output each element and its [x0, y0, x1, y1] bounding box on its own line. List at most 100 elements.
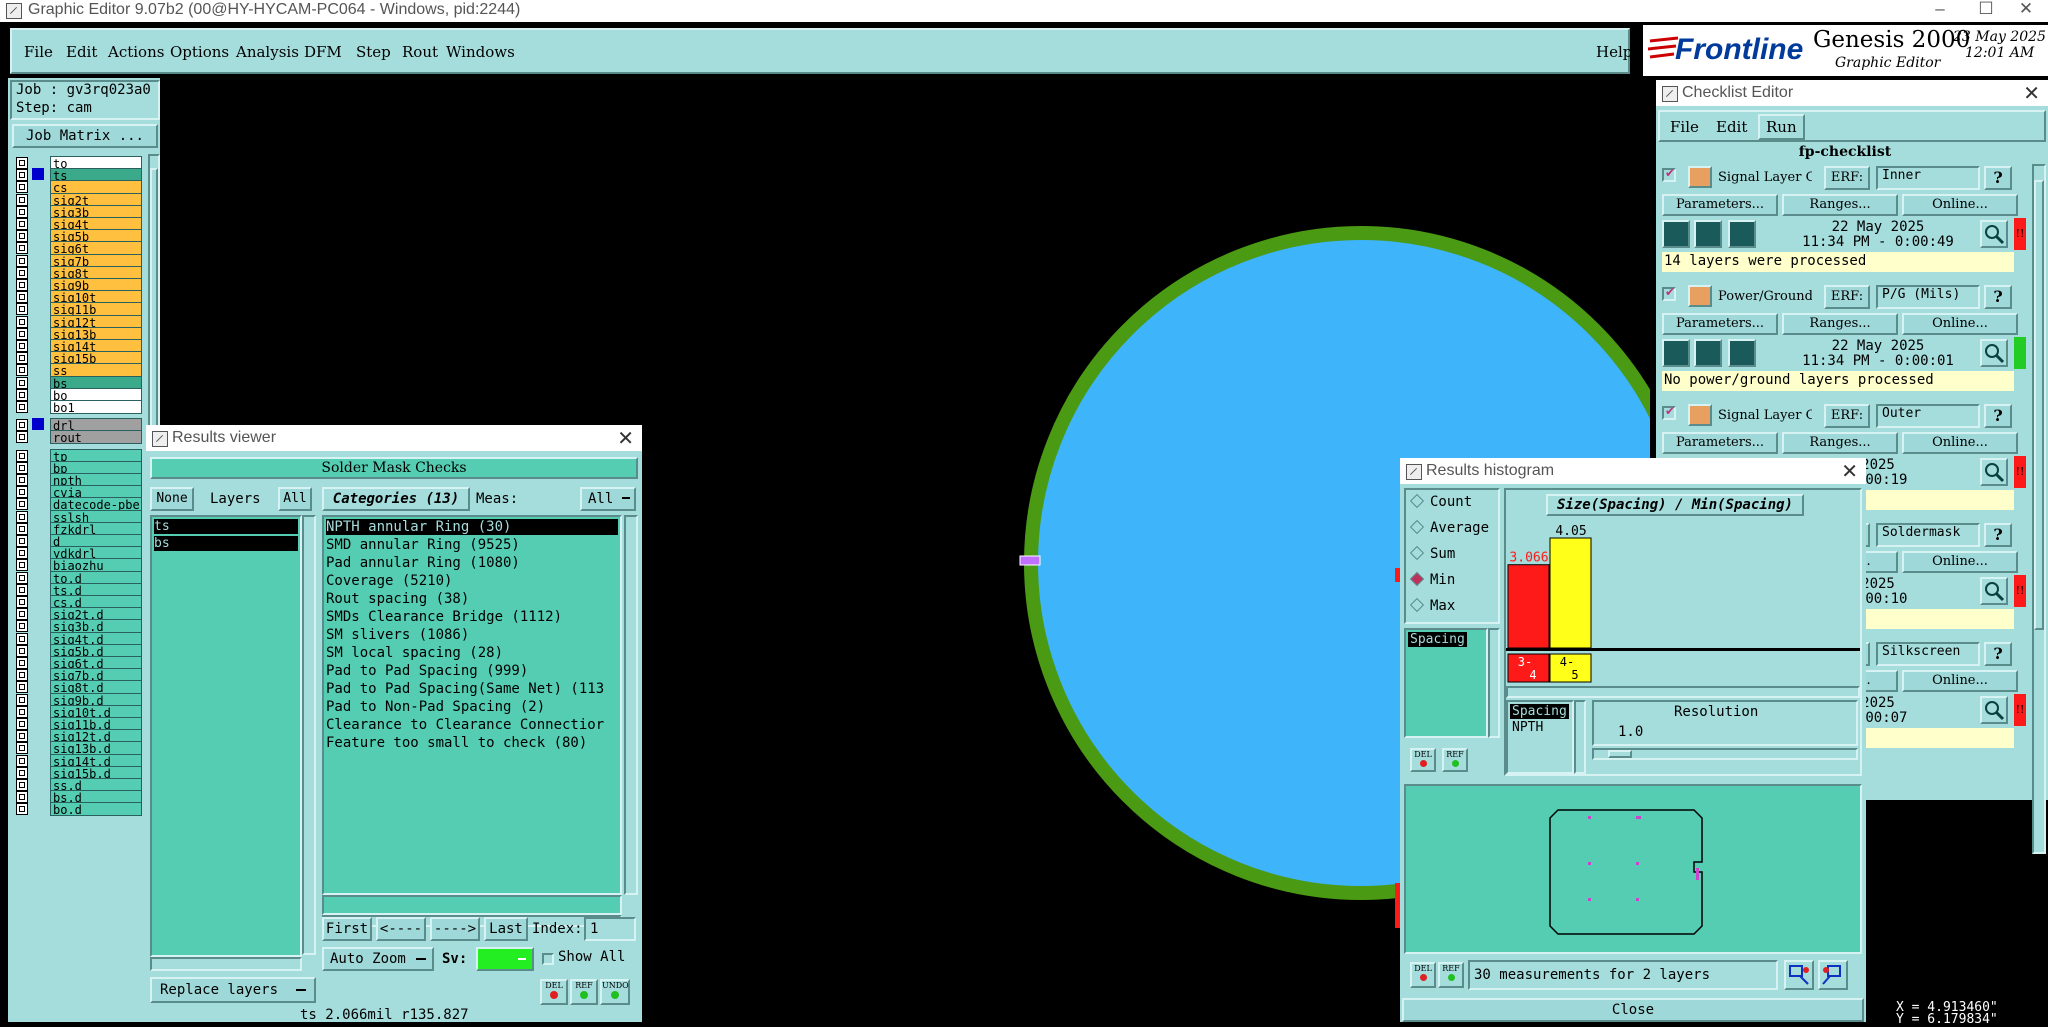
online-button[interactable]: Online...: [1902, 432, 2018, 454]
layer-checkbox[interactable]: [16, 388, 28, 401]
layer-checkbox[interactable]: [16, 522, 28, 535]
layer-checkbox[interactable]: [16, 303, 28, 316]
category-item[interactable]: Pad to Pad Spacing (999): [326, 663, 618, 679]
layer-checkbox[interactable]: [16, 803, 28, 816]
layer-checkbox[interactable]: [16, 474, 28, 486]
layer-checkbox[interactable]: [16, 510, 28, 523]
erf-label[interactable]: ERF:: [1824, 404, 1870, 428]
layer-checkbox[interactable]: [16, 218, 28, 230]
prev-button[interactable]: <----: [376, 917, 426, 941]
layer-checkbox[interactable]: [16, 571, 28, 584]
layer-name[interactable]: rout: [50, 430, 142, 445]
layer-checkbox[interactable]: [16, 254, 28, 267]
layer-checkbox[interactable]: [16, 754, 28, 767]
check-action-icon[interactable]: [1688, 285, 1712, 307]
layer-checkbox[interactable]: [16, 608, 28, 621]
layer-checkbox[interactable]: [16, 718, 28, 730]
erf-label[interactable]: ERF:: [1824, 285, 1870, 309]
layer-checkbox[interactable]: [16, 205, 28, 218]
histogram-bar[interactable]: [1507, 564, 1550, 648]
layer-checkbox[interactable]: [16, 431, 28, 444]
layer-checkbox[interactable]: [16, 242, 28, 255]
ranges-button[interactable]: Ranges...: [1782, 432, 1898, 454]
zoom-results-icon[interactable]: [1980, 458, 2008, 486]
checklist-menu-edit[interactable]: Edit: [1716, 118, 1747, 136]
layer-checkbox[interactable]: [16, 449, 28, 462]
category-item[interactable]: Pad to Non-Pad Spacing (2): [326, 699, 618, 715]
layer-checkbox[interactable]: [16, 766, 28, 779]
hist-ref-icon[interactable]: REF: [1442, 748, 1468, 772]
layer-checkbox[interactable]: [16, 596, 28, 608]
layer-checkbox[interactable]: [16, 181, 28, 194]
close-window-button[interactable]: ✕: [2006, 0, 2046, 20]
erf-value[interactable]: Silkscreen: [1876, 642, 1980, 666]
zoom-back-icon[interactable]: [1818, 960, 1848, 990]
checklist-scroll-thumb[interactable]: [2034, 180, 2044, 630]
check-action-icon[interactable]: [1688, 404, 1712, 426]
first-button[interactable]: First: [322, 917, 372, 941]
category-item[interactable]: Pad to Pad Spacing(Same Net) (113: [326, 681, 618, 697]
menu-actions[interactable]: Actions: [108, 43, 164, 61]
zoom-results-icon[interactable]: [1980, 696, 2008, 724]
legend-item[interactable]: NPTH: [1510, 720, 1545, 735]
mode-radio-max[interactable]: Max: [1409, 597, 1455, 614]
layer-checkbox[interactable]: [16, 791, 28, 804]
menu-edit[interactable]: Edit: [66, 43, 97, 61]
layer-checkbox[interactable]: [16, 632, 28, 645]
check-enable-checkbox[interactable]: ✔: [1662, 166, 1676, 182]
online-button[interactable]: Online...: [1902, 670, 2018, 692]
zoom-results-icon[interactable]: [1980, 220, 2008, 248]
layer-checkbox[interactable]: [16, 169, 28, 182]
layer-checkbox[interactable]: [16, 681, 28, 694]
zoom-fit-icon[interactable]: [1784, 960, 1814, 990]
menu-dfm[interactable]: DFM: [304, 43, 342, 61]
layer-checkbox[interactable]: [16, 327, 28, 340]
category-item[interactable]: Clearance to Clearance Connectior: [326, 717, 618, 733]
menu-file[interactable]: File: [24, 43, 53, 61]
layer-checkbox[interactable]: [16, 340, 28, 352]
parameters-button[interactable]: Parameters...: [1662, 194, 1778, 216]
layer-checkbox[interactable]: [16, 583, 28, 596]
layer-checkbox[interactable]: [16, 498, 28, 511]
layer-row[interactable]: bo1: [12, 400, 142, 414]
layer-checkbox[interactable]: [16, 364, 28, 377]
parameters-button[interactable]: Parameters...: [1662, 432, 1778, 454]
mode-radio-average[interactable]: Average: [1409, 519, 1489, 536]
ref-icon[interactable]: REF: [570, 979, 598, 1005]
layers-hscrollbar[interactable]: [150, 957, 302, 971]
category-item[interactable]: Rout spacing (38): [326, 591, 618, 607]
layer-checkbox[interactable]: [16, 705, 28, 718]
category-item[interactable]: Pad annular Ring (1080): [326, 555, 618, 571]
layer-checkbox[interactable]: [16, 620, 28, 633]
layers-scrollbar[interactable]: [302, 515, 316, 955]
erf-label[interactable]: ERF:: [1824, 166, 1870, 190]
next-button[interactable]: ---->: [430, 917, 480, 941]
layer-checkbox[interactable]: [16, 157, 28, 169]
run-selected-icon[interactable]: [1694, 339, 1722, 367]
job-matrix-button[interactable]: Job Matrix ...: [12, 124, 158, 148]
category-item[interactable]: Coverage (5210): [326, 573, 618, 589]
run-check-icon[interactable]: [1662, 339, 1690, 367]
category-item[interactable]: NPTH annular Ring (30): [326, 519, 618, 535]
layer-checkbox[interactable]: [16, 535, 28, 547]
layer-checkbox[interactable]: [16, 266, 28, 279]
footer-del-icon[interactable]: DEL: [1410, 962, 1436, 988]
run-all-icon[interactable]: [1728, 339, 1756, 367]
close-icon[interactable]: ✕: [1841, 459, 1858, 484]
layer-checkbox[interactable]: [16, 401, 28, 413]
layer-checkbox[interactable]: [16, 644, 28, 657]
layer-checkbox[interactable]: [16, 230, 28, 243]
menu-analysis[interactable]: Analysis: [236, 43, 299, 61]
layer-row[interactable]: bo.d: [12, 802, 142, 817]
histogram-bar[interactable]: [1549, 537, 1592, 648]
layer-checkbox[interactable]: [16, 419, 28, 432]
layer-checkbox[interactable]: [16, 291, 28, 304]
maximize-button[interactable]: ☐: [1966, 0, 2006, 20]
legend-scrollbar[interactable]: [1574, 700, 1586, 774]
layer-checkbox[interactable]: [16, 779, 28, 791]
checklist-scrollbar[interactable]: [2032, 164, 2046, 854]
layer-row[interactable]: rout: [12, 430, 142, 445]
close-icon[interactable]: ✕: [617, 426, 634, 451]
menu-options[interactable]: Options: [170, 43, 229, 61]
menu-help[interactable]: Help: [1596, 43, 1632, 61]
